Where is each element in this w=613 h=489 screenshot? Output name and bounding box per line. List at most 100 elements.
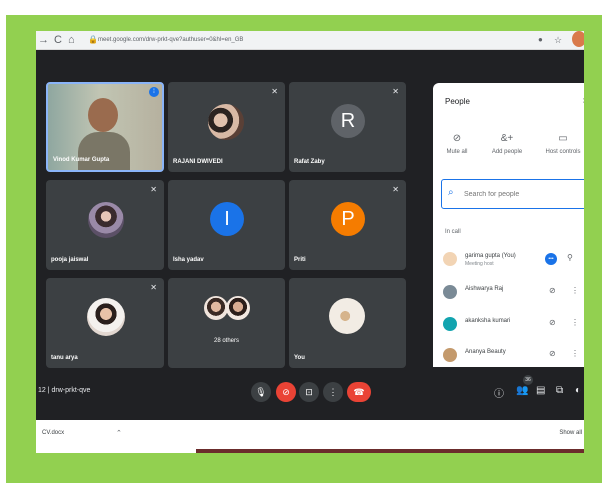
more-vert-icon[interactable]: ⋮	[571, 286, 579, 295]
mic-off-icon: ✕	[392, 185, 399, 194]
participant-name: Ananya Beauty	[465, 349, 506, 355]
browser-toolbar: → C ⌂ 🔒 meet.google.com/drw-prkt-qve?aut…	[36, 31, 584, 50]
more-dots-icon[interactable]: •••	[545, 253, 557, 265]
avatar	[443, 317, 457, 331]
meet-screen: → C ⌂ 🔒 meet.google.com/drw-prkt-qve?aut…	[36, 31, 584, 453]
avatar	[443, 348, 457, 362]
mute-all-button[interactable]: ⊘ Mute all	[433, 133, 481, 155]
video-tile[interactable]: ⁞ Vinod Kumar Gupta	[46, 82, 164, 172]
participant-role: Meeting host	[465, 261, 494, 267]
participant-tile[interactable]: 28 others	[168, 278, 285, 368]
people-icon[interactable]: 👥	[516, 385, 528, 396]
close-icon[interactable]: ›	[583, 95, 584, 106]
mic-off-icon: ⊘	[452, 133, 462, 144]
mic-icon: 🎙	[255, 387, 267, 397]
person-head	[88, 98, 118, 132]
avatar: P	[331, 202, 365, 236]
activities-icon[interactable]: ⧉	[556, 385, 563, 396]
tile-name: RAJANI DWIVEDI	[173, 159, 223, 165]
leave-call-button[interactable]: ☎	[347, 382, 371, 402]
present-button[interactable]: ⊡	[299, 382, 319, 402]
mic-button[interactable]: 🎙	[251, 382, 271, 402]
tile-name: You	[294, 355, 305, 361]
meeting-code: 12 | drw-prkt-qve	[38, 387, 91, 394]
participant-tile[interactable]: I Isha yadav	[168, 180, 285, 270]
participant-row[interactable]: garima gupta (You) Meeting host ••• ⚲	[441, 249, 584, 271]
camera-off-icon: ⊘	[282, 387, 290, 397]
tile-name: Priti	[294, 257, 306, 263]
lock-icon[interactable]: ◐	[575, 385, 581, 396]
avatar: R	[331, 104, 365, 138]
more-vert-icon[interactable]: ⋮	[571, 318, 579, 327]
chevron-up-icon[interactable]: ⌃	[116, 429, 122, 437]
taskbar-strip	[196, 449, 584, 453]
host-controls-button[interactable]: ▭ Host controls	[537, 133, 584, 155]
others-count: 28 others	[213, 338, 240, 344]
add-person-icon: &+	[500, 133, 514, 144]
avatar	[226, 296, 250, 320]
avatar	[208, 104, 244, 140]
show-all-button[interactable]: Show all	[559, 430, 582, 436]
participant-tile[interactable]: ✕ R Rafat Zaby	[289, 82, 406, 172]
present-icon: ⊡	[305, 387, 313, 397]
participant-row[interactable]: akanksha kumari ⊘ ⋮	[441, 314, 584, 336]
avatar: I	[210, 202, 244, 236]
participant-tile[interactable]: ✕ RAJANI DWIVEDI	[168, 82, 285, 172]
participant-row[interactable]: Ananya Beauty ⊘ ⋮	[441, 345, 584, 362]
home-icon[interactable]: ⌂	[68, 33, 75, 47]
more-vert-icon: ⋮	[328, 387, 338, 397]
more-vert-icon[interactable]: ⋮	[571, 349, 579, 358]
address-bar[interactable]: meet.google.com/drw-prkt-qve?authuser=0&…	[98, 34, 243, 46]
search-input[interactable]	[462, 186, 584, 202]
participant-tile[interactable]: ✕ P Priti	[289, 180, 406, 270]
avatar	[329, 298, 365, 334]
mic-off-icon: ✕	[271, 87, 278, 96]
tile-name: tanu arya	[51, 355, 78, 361]
people-panel: People › ⊘ Mute all &+ Add people ▭ Host…	[433, 83, 584, 367]
star-icon[interactable]: ☆	[554, 33, 562, 47]
chat-icon[interactable]: ▤	[536, 385, 545, 396]
lock-icon: 🔒	[88, 35, 98, 44]
panel-title: People	[445, 97, 470, 106]
pin-icon[interactable]: ⚲	[567, 253, 573, 262]
action-label: Host controls	[545, 149, 581, 155]
more-options-button[interactable]: ⋮	[323, 382, 343, 402]
participant-name: Aishwarya Raj	[465, 286, 504, 292]
avatar	[443, 252, 457, 266]
participant-name: garima gupta (You)	[465, 253, 516, 259]
meeting-toolbar: 12 | drw-prkt-qve 🎙 ⊘ ⊡ ⋮ ☎ ⓘ 👥 36 ▤ ⧉ ◐	[36, 375, 584, 407]
arrow-left-icon[interactable]: →	[38, 33, 49, 47]
tile-name: Rafat Zaby	[294, 159, 325, 165]
speaking-icon: ⁞	[149, 87, 159, 97]
participant-tile[interactable]: ✕ tanu arya	[46, 278, 164, 368]
action-label: Add people	[491, 149, 523, 155]
person-body	[78, 132, 130, 170]
mic-off-icon: ⊘	[549, 286, 556, 295]
add-people-button[interactable]: &+ Add people	[483, 133, 531, 155]
info-icon[interactable]: ⓘ	[494, 385, 504, 400]
section-label: In call	[445, 229, 461, 235]
participant-count-badge: 36	[523, 375, 533, 385]
self-tile[interactable]: You	[289, 278, 406, 368]
profile-icon[interactable]	[572, 31, 584, 47]
avatar	[87, 298, 125, 336]
tile-name: Vinod Kumar Gupta	[53, 157, 110, 163]
avatar	[88, 202, 124, 238]
participant-name: akanksha kumari	[465, 318, 511, 324]
participant-tile[interactable]: ✕ pooja jaiswal	[46, 180, 164, 270]
search-icon: ⌕	[448, 187, 454, 198]
tile-name: Isha yadav	[173, 257, 204, 263]
search-box[interactable]: ⌕	[441, 179, 584, 209]
reload-icon[interactable]: C	[54, 33, 62, 47]
tile-name: pooja jaiswal	[51, 257, 89, 263]
action-label: Mute all	[446, 149, 468, 155]
mic-off-icon: ⊘	[549, 318, 556, 327]
participant-row[interactable]: Aishwarya Raj ⊘ ⋮	[441, 282, 584, 304]
host-controls-icon: ▭	[558, 133, 568, 144]
avatar	[443, 285, 457, 299]
download-item[interactable]: CV.docx	[42, 430, 64, 436]
camera-off-button[interactable]: ⊘	[276, 382, 296, 402]
key-icon[interactable]: ●	[538, 33, 543, 47]
avatar	[204, 296, 228, 320]
mic-off-icon: ⊘	[549, 349, 556, 358]
